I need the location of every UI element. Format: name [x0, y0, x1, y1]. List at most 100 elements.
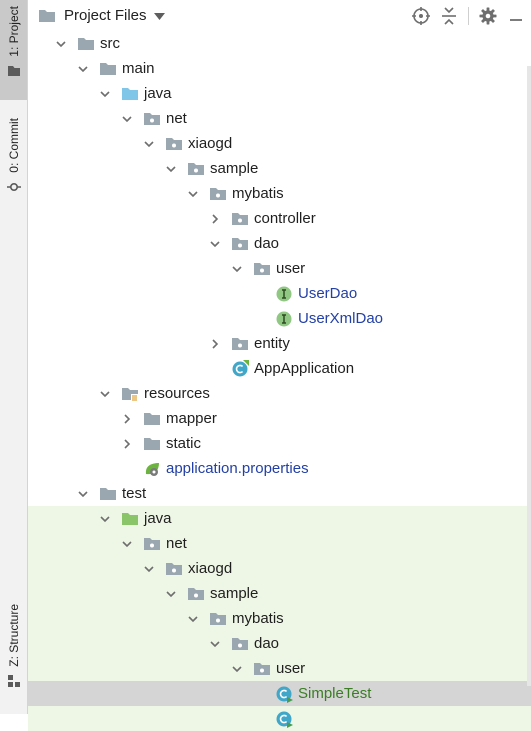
expand-toggle[interactable] [187, 613, 199, 625]
view-selector-title[interactable]: Project Files [64, 7, 147, 24]
hide-panel-button[interactable] [505, 5, 527, 27]
project-tree: src main java net xiaogd sample mybatis control… [28, 31, 531, 731]
expand-toggle[interactable] [121, 413, 133, 425]
expand-toggle[interactable] [231, 663, 243, 675]
test-class-icon [276, 686, 293, 703]
expand-toggle[interactable] [77, 488, 89, 500]
tree-row[interactable]: UserXmlDao [28, 306, 531, 331]
tree-row[interactable]: src [28, 31, 531, 56]
tree-row[interactable]: application.properties [28, 456, 531, 481]
tree-row[interactable]: test [28, 481, 531, 506]
expand-toggle[interactable] [143, 563, 155, 575]
package-icon [209, 185, 227, 203]
expand-toggle[interactable] [77, 63, 89, 75]
tree-row[interactable]: UserDao [28, 281, 531, 306]
package-icon [232, 337, 248, 350]
folder-icon [144, 437, 160, 450]
expand-toggle[interactable] [99, 88, 111, 100]
expand-toggle[interactable] [121, 113, 133, 125]
tree-row[interactable]: java [28, 506, 531, 531]
project-view-header: Project Files [28, 0, 531, 31]
folder-icon [99, 485, 117, 503]
tree-row[interactable]: user [28, 656, 531, 681]
tree-item-label: java [144, 85, 172, 102]
tree-row[interactable]: dao [28, 631, 531, 656]
tree-row[interactable] [28, 706, 531, 731]
chevron-down-icon [188, 190, 198, 197]
folder-icon [77, 35, 95, 53]
spring-class-icon [232, 359, 249, 376]
tree-row[interactable]: net [28, 531, 531, 556]
chevron-down-icon [210, 240, 220, 247]
commit-tool-tab[interactable]: 0: Commit [0, 112, 27, 202]
tree-item-label: mapper [166, 410, 217, 427]
tree-row[interactable]: net [28, 106, 531, 131]
tree-row[interactable]: java [28, 81, 531, 106]
package-icon [188, 587, 204, 600]
collapse-all-button[interactable] [438, 5, 460, 27]
expand-toggle[interactable] [187, 188, 199, 200]
tree-row[interactable]: dao [28, 231, 531, 256]
tree-row[interactable]: AppApplication [28, 356, 531, 381]
chevron-down-icon [100, 515, 110, 522]
tree-item-label: mybatis [232, 610, 284, 627]
tree-row[interactable]: sample [28, 581, 531, 606]
expand-toggle[interactable] [99, 513, 111, 525]
tree-item-label: main [122, 60, 155, 77]
folder-icon [143, 410, 161, 428]
tree-row[interactable]: sample [28, 156, 531, 181]
expand-toggle[interactable] [121, 538, 133, 550]
tree-row[interactable]: xiaogd [28, 131, 531, 156]
tree-item-label: user [276, 660, 306, 677]
expand-toggle[interactable] [143, 138, 155, 150]
tree-row[interactable]: main [28, 56, 531, 81]
expand-toggle[interactable] [99, 388, 111, 400]
tree-row[interactable]: SimpleTest [28, 681, 531, 706]
source-folder-icon [121, 85, 139, 103]
test-class-icon [275, 685, 293, 703]
locate-file-button[interactable] [410, 5, 432, 27]
expand-toggle[interactable] [121, 438, 133, 450]
tree-row[interactable]: user [28, 256, 531, 281]
settings-button[interactable] [477, 5, 499, 27]
folder-icon [100, 487, 116, 500]
chevron-down-icon [56, 40, 66, 47]
expand-toggle[interactable] [209, 338, 221, 350]
package-icon [187, 585, 205, 603]
project-tool-tab[interactable]: 1: Project [0, 0, 27, 100]
gear-icon [479, 7, 497, 24]
expand-toggle[interactable] [209, 238, 221, 250]
package-icon [165, 560, 183, 578]
vertical-scrollbar[interactable] [527, 66, 531, 686]
expand-toggle[interactable] [55, 38, 67, 50]
tree-item-label: dao [254, 635, 280, 652]
chevron-right-icon [124, 413, 131, 424]
chevron-down-icon [100, 90, 110, 97]
package-icon [210, 612, 226, 625]
tree-row[interactable]: mapper [28, 406, 531, 431]
tree-row[interactable]: static [28, 431, 531, 456]
tree-item-label: net [166, 110, 187, 127]
expand-toggle[interactable] [209, 638, 221, 650]
tree-item-label: application.properties [166, 460, 309, 477]
tree-item-label: net [166, 535, 187, 552]
tree-row[interactable]: mybatis [28, 181, 531, 206]
expand-toggle[interactable] [209, 213, 221, 225]
test-class-icon [276, 711, 293, 728]
spring-properties-icon [143, 460, 161, 478]
expand-toggle[interactable] [165, 163, 177, 175]
structure-tool-tab[interactable]: Z: Structure [0, 598, 27, 708]
project-tab-label: 1: Project [6, 6, 21, 57]
expand-toggle[interactable] [165, 588, 177, 600]
tree-row[interactable]: controller [28, 206, 531, 231]
tree-row[interactable]: mybatis [28, 606, 531, 631]
tree-row[interactable]: resources [28, 381, 531, 406]
package-icon [143, 535, 161, 553]
folder-icon [78, 37, 94, 50]
chevron-right-icon [124, 438, 131, 449]
tree-row[interactable]: entity [28, 331, 531, 356]
tree-item-label: resources [144, 385, 210, 402]
chevron-down-icon[interactable] [153, 13, 165, 20]
tree-row[interactable]: xiaogd [28, 556, 531, 581]
expand-toggle[interactable] [231, 263, 243, 275]
